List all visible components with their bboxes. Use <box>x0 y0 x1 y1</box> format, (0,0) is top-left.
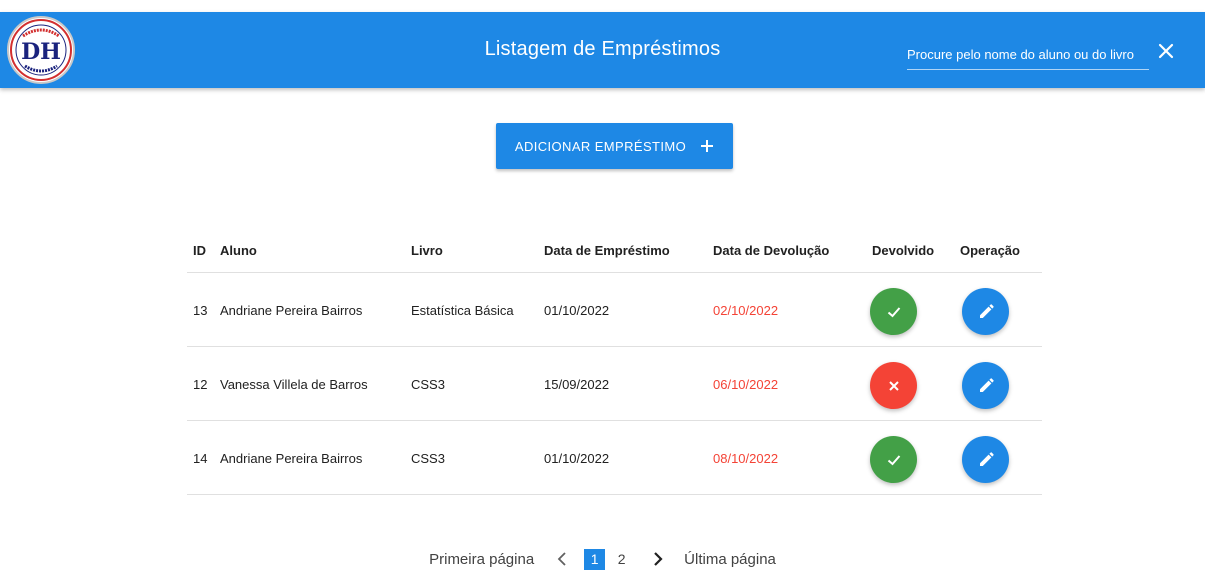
chevron-left-icon[interactable] <box>556 552 568 566</box>
check-icon <box>887 454 900 465</box>
row-data-devolucao: 08/10/2022 <box>713 451 779 466</box>
search-field <box>907 42 1149 70</box>
pencil-icon <box>979 377 994 392</box>
edit-button[interactable] <box>962 362 1009 409</box>
not-returned-status-button[interactable] <box>870 362 917 409</box>
row-data-emprestimo: 01/10/2022 <box>544 451 610 466</box>
table-row: 14 Andriane Pereira Bairros CSS3 01/10/2… <box>187 421 1042 495</box>
column-header-data-devolucao: Data de Devolução <box>713 243 830 258</box>
top-app-bar: DH Listagem de Empréstimos <box>0 12 1205 88</box>
chevron-right-icon[interactable] <box>652 552 664 566</box>
row-data-emprestimo: 01/10/2022 <box>544 303 610 318</box>
row-id: 12 <box>193 377 208 392</box>
page: DH Listagem de Empréstimos ADICIONAR EMP… <box>0 0 1205 570</box>
close-icon <box>888 380 899 391</box>
returned-status-button[interactable] <box>870 288 917 335</box>
row-id: 14 <box>193 451 208 466</box>
page-2-button[interactable]: 2 <box>611 549 632 570</box>
column-header-data-emprestimo: Data de Empréstimo <box>544 243 670 258</box>
search-input[interactable] <box>907 42 1149 66</box>
column-header-operacao: Operação <box>960 243 1020 258</box>
plus-icon <box>701 140 714 152</box>
row-data-emprestimo: 15/09/2022 <box>544 377 610 392</box>
column-header-aluno: Aluno <box>220 243 257 258</box>
close-icon[interactable] <box>1155 40 1177 62</box>
check-icon <box>887 306 900 317</box>
pagination: Primeira página 1 2 Última página <box>0 547 1205 570</box>
last-page-link[interactable]: Última página <box>684 551 776 568</box>
pencil-icon <box>979 303 994 318</box>
edit-button[interactable] <box>962 436 1009 483</box>
table-row: 13 Andriane Pereira Bairros Estatística … <box>187 273 1042 347</box>
row-aluno: Andriane Pereira Bairros <box>220 303 363 318</box>
column-header-devolvido: Devolvido <box>872 243 935 258</box>
pencil-icon <box>979 451 994 466</box>
page-1-button[interactable]: 1 <box>584 548 606 570</box>
table-header: ID Aluno Livro Data de Empréstimo Data d… <box>187 228 1042 273</box>
row-livro: CSS3 <box>411 377 445 392</box>
row-aluno: Vanessa Villela de Barros <box>220 377 368 392</box>
row-data-devolucao: 06/10/2022 <box>713 377 779 392</box>
row-livro: CSS3 <box>411 451 445 466</box>
table-row: 12 Vanessa Villela de Barros CSS3 15/09/… <box>187 347 1042 421</box>
loans-table: ID Aluno Livro Data de Empréstimo Data d… <box>187 228 1042 495</box>
row-data-devolucao: 02/10/2022 <box>713 303 779 318</box>
edit-button[interactable] <box>962 288 1009 335</box>
column-header-livro: Livro <box>411 243 443 258</box>
add-loan-button[interactable]: ADICIONAR EMPRÉSTIMO <box>496 123 733 169</box>
add-loan-button-label: ADICIONAR EMPRÉSTIMO <box>514 138 687 154</box>
first-page-link[interactable]: Primeira página <box>429 551 534 568</box>
returned-status-button[interactable] <box>870 436 917 483</box>
row-livro: Estatística Básica <box>411 303 514 318</box>
row-aluno: Andriane Pereira Bairros <box>220 451 363 466</box>
row-id: 13 <box>193 303 208 318</box>
column-header-id: ID <box>193 243 206 258</box>
